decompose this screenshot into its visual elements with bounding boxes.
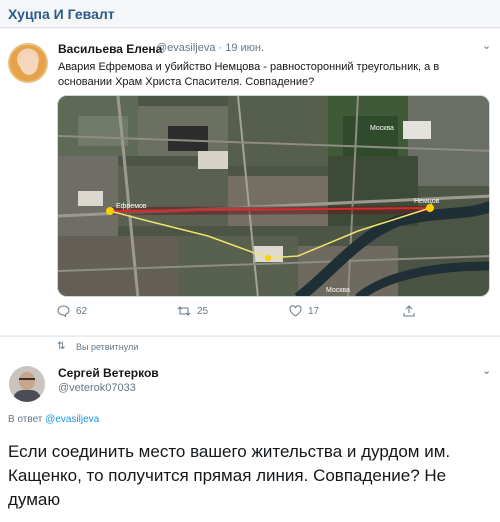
channel-title: Хуцпа И Гевалт [8,6,115,22]
retweeted-banner: ⇅ Вы ретвитнули [0,336,500,356]
author-handle[interactable]: @veterok07033 [58,382,136,394]
map-image[interactable]: Ефремов Немцов Москва Москва [57,95,490,297]
channel-header: Хуцпа И Гевалт [0,0,500,28]
map-label-right: Немцов [414,198,440,205]
reply-handle-link[interactable]: @evasiljeva [45,414,99,425]
author-name[interactable]: Васильева Елена [58,42,162,56]
tweet-text: Авария Ефремова и убийство Немцова - рав… [58,61,440,88]
reply-to-line: В ответ @evasiljeva [8,414,99,425]
author-handle[interactable]: @evasiljeva [156,42,215,54]
tweet-reply[interactable]: Сергей Ветерков @veterok07033 ⌄ В ответ … [0,356,500,522]
retweet-count: 25 [197,305,209,317]
reply-count: 62 [76,305,88,317]
retweet-small-icon: ⇅ [57,341,66,352]
reply-prefix: В ответ [8,414,43,425]
satellite-map: Ефремов Немцов Москва Москва [58,96,489,296]
tweet-actions: 62 25 17 [57,305,490,325]
retweet-icon[interactable] [177,305,191,317]
reply-action[interactable]: 62 [57,305,87,317]
share-action[interactable] [403,305,415,317]
avatar[interactable] [8,43,48,83]
map-label-left: Ефремов [116,203,147,210]
like-action[interactable]: 17 [289,305,319,317]
map-label-bottom: Москва [326,287,350,294]
retweet-action[interactable]: 25 [177,305,208,317]
tweet-original[interactable]: Васильева Елена @evasiljeva · 19 июн. ⌄ … [0,29,500,335]
chevron-down-icon[interactable]: ⌄ [482,364,491,377]
chevron-down-icon[interactable]: ⌄ [482,39,491,52]
like-icon[interactable] [289,305,302,317]
reply-icon[interactable] [57,305,70,317]
like-count: 17 [308,305,320,317]
author-handle-and-date: @evasiljeva · 19 июн. [156,42,264,54]
tweet-date[interactable]: · 19 июн. [219,42,265,54]
map-label-top: Москва [370,125,394,132]
share-icon[interactable] [403,305,415,317]
retweeted-label: Вы ретвитнули [76,342,139,352]
author-name[interactable]: Сергей Ветерков [58,366,159,380]
avatar[interactable] [9,366,45,402]
tweet-text: Если соединить место вашего жительства и… [8,442,451,509]
